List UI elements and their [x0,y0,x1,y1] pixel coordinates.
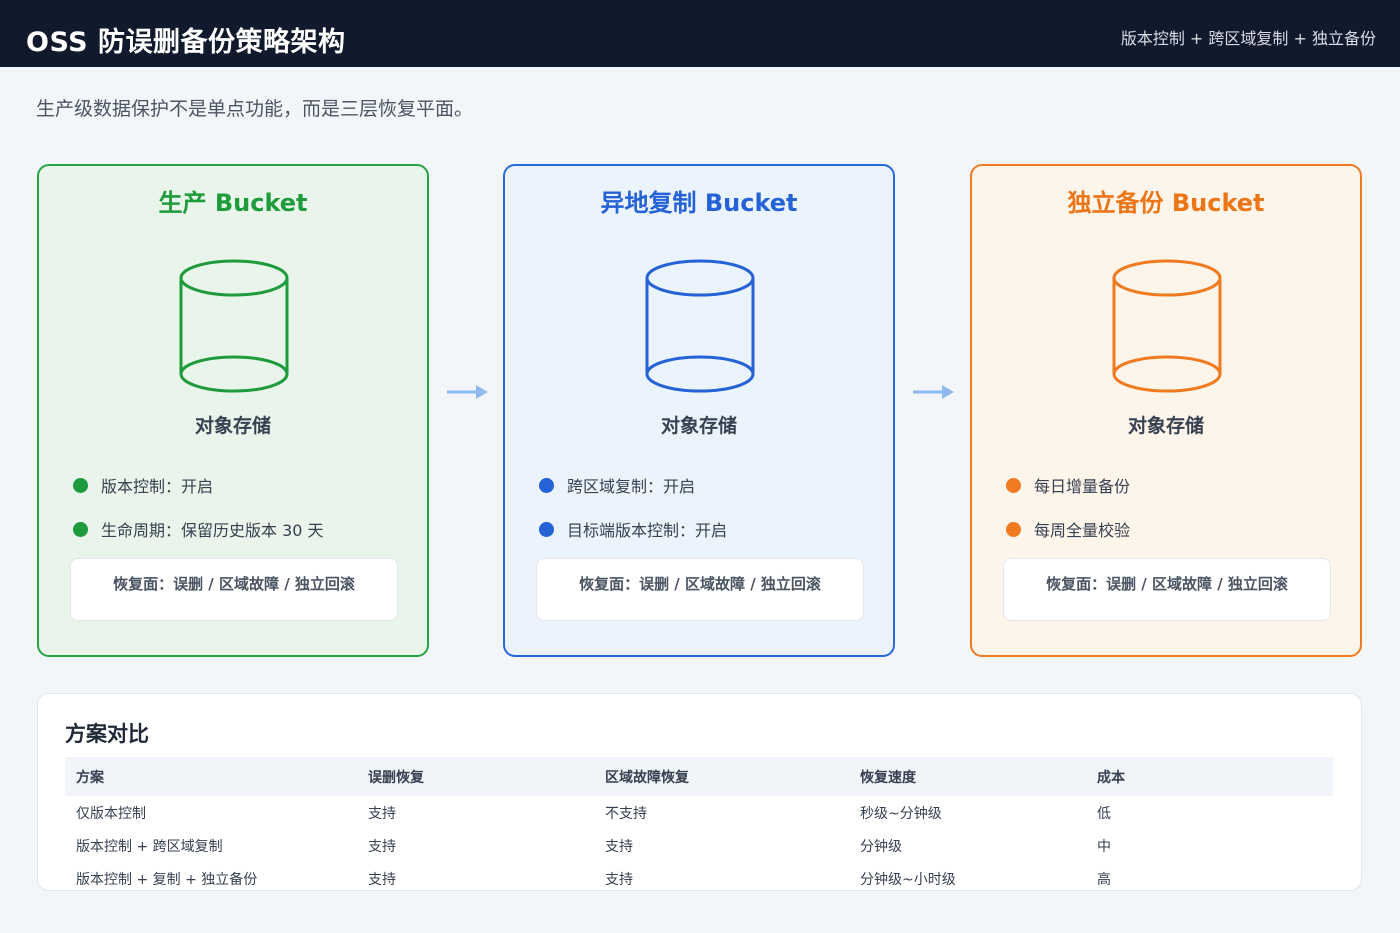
table-cell: 支持 [605,871,633,888]
page-title: OSS 防误删备份策略架构 [26,27,346,58]
table-row: 版本控制 + 复制 + 独立备份 支持 支持 分钟级~小时级 高 [65,862,1333,895]
replication-bucket-card: 异地复制 Bucket 对象存储 跨区域复制：开启 目标端版本控制：开启 恢复面… [503,164,895,657]
table-cell: 分钟级 [860,838,902,855]
column-header: 成本 [1097,769,1125,786]
production-bucket-card: 生产 Bucket 对象存储 版本控制：开启 生命周期：保留历史版本 30 天 … [37,164,429,657]
recovery-box: 恢复面：误删 / 区域故障 / 独立回滚 [70,558,398,621]
card-subtitle: 对象存储 [194,415,271,437]
column-header: 恢复速度 [860,769,916,786]
table-cell: 低 [1097,805,1111,822]
feature-item: 生命周期：保留历史版本 30 天 [73,517,324,541]
column-header: 区域故障恢复 [605,769,689,786]
arrow-right-icon [913,385,954,399]
page-subtitle: 生产级数据保护不是单点功能，而是三层恢复平面。 [36,98,474,120]
table-cell: 仅版本控制 [76,805,146,822]
bullet-dot-icon [539,477,554,493]
bullet-dot-icon [73,477,88,493]
feature-label: 目标端版本控制：开启 [567,521,728,540]
card-title: 异地复制 Bucket [600,189,798,217]
comparison-panel: 方案对比 方案 误删恢复 区域故障恢复 恢复速度 成本 仅版本控制 支持 不支持… [37,693,1362,891]
table-cell: 支持 [368,871,396,888]
table-header-row: 方案 误删恢复 区域故障恢复 恢复速度 成本 [65,757,1333,796]
column-header: 误删恢复 [368,769,424,786]
card-title: 独立备份 Bucket [1067,189,1265,217]
feature-label: 跨区域复制：开启 [567,477,696,496]
cylinder-icon [179,259,289,393]
column-header: 方案 [76,769,104,786]
card-title: 生产 Bucket [158,189,308,217]
bullet-dot-icon [1006,477,1021,493]
feature-item: 每日增量备份 [1006,473,1130,497]
table-cell: 高 [1097,871,1111,888]
bullet-dot-icon [73,521,88,537]
table-row: 版本控制 + 跨区域复制 支持 支持 分钟级 中 [65,829,1333,862]
bullet-dot-icon [539,521,554,537]
header-tagline: 版本控制 + 跨区域复制 + 独立备份 [1120,29,1376,48]
card-subtitle: 对象存储 [1127,415,1204,437]
feature-label: 每日增量备份 [1034,477,1131,496]
card-subtitle: 对象存储 [660,415,737,437]
table-cell: 支持 [368,805,396,822]
feature-label: 生命周期：保留历史版本 30 天 [101,521,324,540]
bullet-dot-icon [1006,521,1021,537]
table-row: 仅版本控制 支持 不支持 秒级~分钟级 低 [65,796,1333,829]
comparison-table: 方案 误删恢复 区域故障恢复 恢复速度 成本 仅版本控制 支持 不支持 秒级~分… [65,757,1333,895]
cylinder-icon [1112,259,1222,393]
recovery-box: 恢复面：误删 / 区域故障 / 独立回滚 [1003,558,1331,621]
recovery-box: 恢复面：误删 / 区域故障 / 独立回滚 [536,558,864,621]
table-cell: 中 [1097,838,1111,855]
table-cell: 分钟级~小时级 [860,871,956,888]
feature-item: 版本控制：开启 [73,473,213,497]
table-cell: 版本控制 + 复制 + 独立备份 [76,871,258,888]
arrow-right-icon [447,385,488,399]
cylinder-icon [645,259,755,393]
table-cell: 支持 [605,838,633,855]
feature-item: 目标端版本控制：开启 [539,517,727,541]
feature-label: 版本控制：开启 [101,477,214,496]
comparison-title: 方案对比 [65,722,149,746]
feature-item: 每周全量校验 [1006,517,1130,541]
table-cell: 不支持 [605,805,647,822]
backup-bucket-card: 独立备份 Bucket 对象存储 每日增量备份 每周全量校验 恢复面：误删 / … [970,164,1362,657]
table-cell: 版本控制 + 跨区域复制 [76,838,223,855]
table-cell: 秒级~分钟级 [860,805,942,822]
table-cell: 支持 [368,838,396,855]
header-bar: OSS 防误删备份策略架构 版本控制 + 跨区域复制 + 独立备份 [0,0,1400,67]
feature-item: 跨区域复制：开启 [539,473,695,497]
feature-label: 每周全量校验 [1034,521,1131,540]
